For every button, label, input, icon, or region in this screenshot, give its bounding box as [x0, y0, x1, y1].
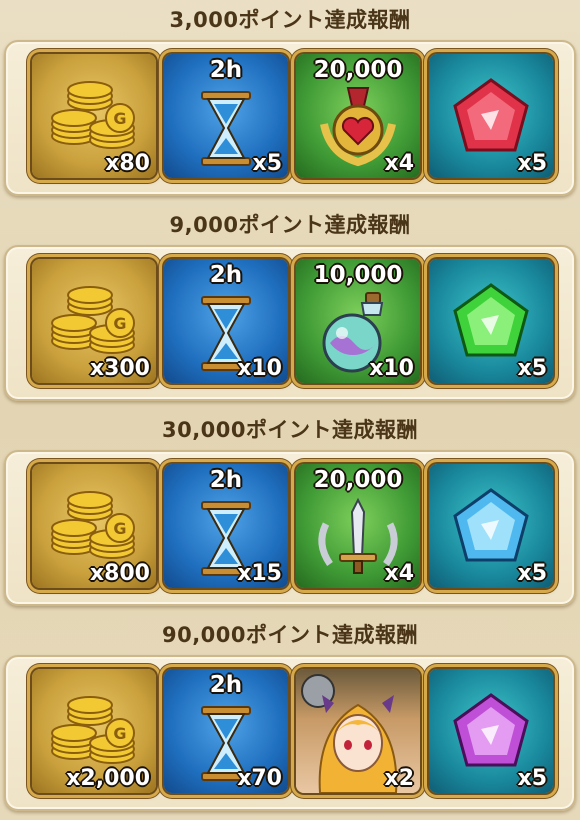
svg-text:G: G: [113, 109, 126, 128]
reward-tier-30000: 30,000ポイント達成報酬 G x800 2h x15 20,000 x4 x…: [0, 410, 580, 615]
reward-quantity: x5: [517, 766, 548, 791]
reward-tier-9000: 9,000ポイント達成報酬 G x300 2h x10 10,000 x10 x…: [0, 205, 580, 410]
reward-quantity: x300: [89, 356, 150, 381]
reward-item-hourglass[interactable]: 2h x5: [164, 54, 288, 178]
reward-item-character[interactable]: x2: [296, 669, 420, 793]
reward-item-blue-gem[interactable]: x5: [429, 464, 553, 588]
reward-tier-90000: 90,000ポイント達成報酬 G x2,000 2h x70 x2 x5: [0, 615, 580, 820]
reward-item-gold-coins[interactable]: G x80: [32, 54, 156, 178]
reward-item-red-gem[interactable]: x5: [429, 54, 553, 178]
reward-quantity: x800: [89, 561, 150, 586]
reward-quantity: x10: [369, 356, 414, 381]
reward-list: 3,000ポイント達成報酬 G x80 2h x5 20,000 x4 x5 9…: [0, 0, 580, 820]
reward-quantity: x5: [517, 356, 548, 381]
reward-item-green-gem[interactable]: x5: [429, 259, 553, 383]
svg-text:G: G: [113, 724, 126, 743]
tier-title: 3,000ポイント達成報酬: [169, 8, 411, 32]
svg-text:G: G: [113, 519, 126, 538]
reward-quantity: x70: [237, 766, 282, 791]
reward-item-hourglass[interactable]: 2h x70: [164, 669, 288, 793]
reward-quantity: x10: [237, 356, 282, 381]
reward-quantity: x5: [517, 561, 548, 586]
reward-quantity: x4: [384, 561, 415, 586]
tier-title: 9,000ポイント達成報酬: [169, 213, 411, 237]
reward-item-hourglass[interactable]: 2h x10: [164, 259, 288, 383]
reward-item-potion[interactable]: 10,000 x10: [296, 259, 420, 383]
reward-tier-3000: 3,000ポイント達成報酬 G x80 2h x5 20,000 x4 x5: [0, 0, 580, 205]
reward-quantity: x5: [252, 151, 283, 176]
reward-quantity: x5: [517, 151, 548, 176]
reward-quantity: x2: [384, 766, 415, 791]
reward-item-gold-coins[interactable]: G x2,000: [32, 669, 156, 793]
reward-quantity: x15: [237, 561, 282, 586]
tier-title: 30,000ポイント達成報酬: [161, 418, 419, 442]
reward-item-gold-coins[interactable]: G x800: [32, 464, 156, 588]
svg-text:G: G: [113, 314, 126, 333]
reward-item-hourglass[interactable]: 2h x15: [164, 464, 288, 588]
reward-item-purple-gem[interactable]: x5: [429, 669, 553, 793]
reward-quantity: x2,000: [66, 766, 150, 791]
reward-quantity: x4: [384, 151, 415, 176]
tier-title: 90,000ポイント達成報酬: [161, 623, 419, 647]
reward-item-gold-coins[interactable]: G x300: [32, 259, 156, 383]
reward-item-heart-medal[interactable]: 20,000 x4: [296, 54, 420, 178]
reward-item-sword-emblem[interactable]: 20,000 x4: [296, 464, 420, 588]
reward-quantity: x80: [105, 151, 150, 176]
